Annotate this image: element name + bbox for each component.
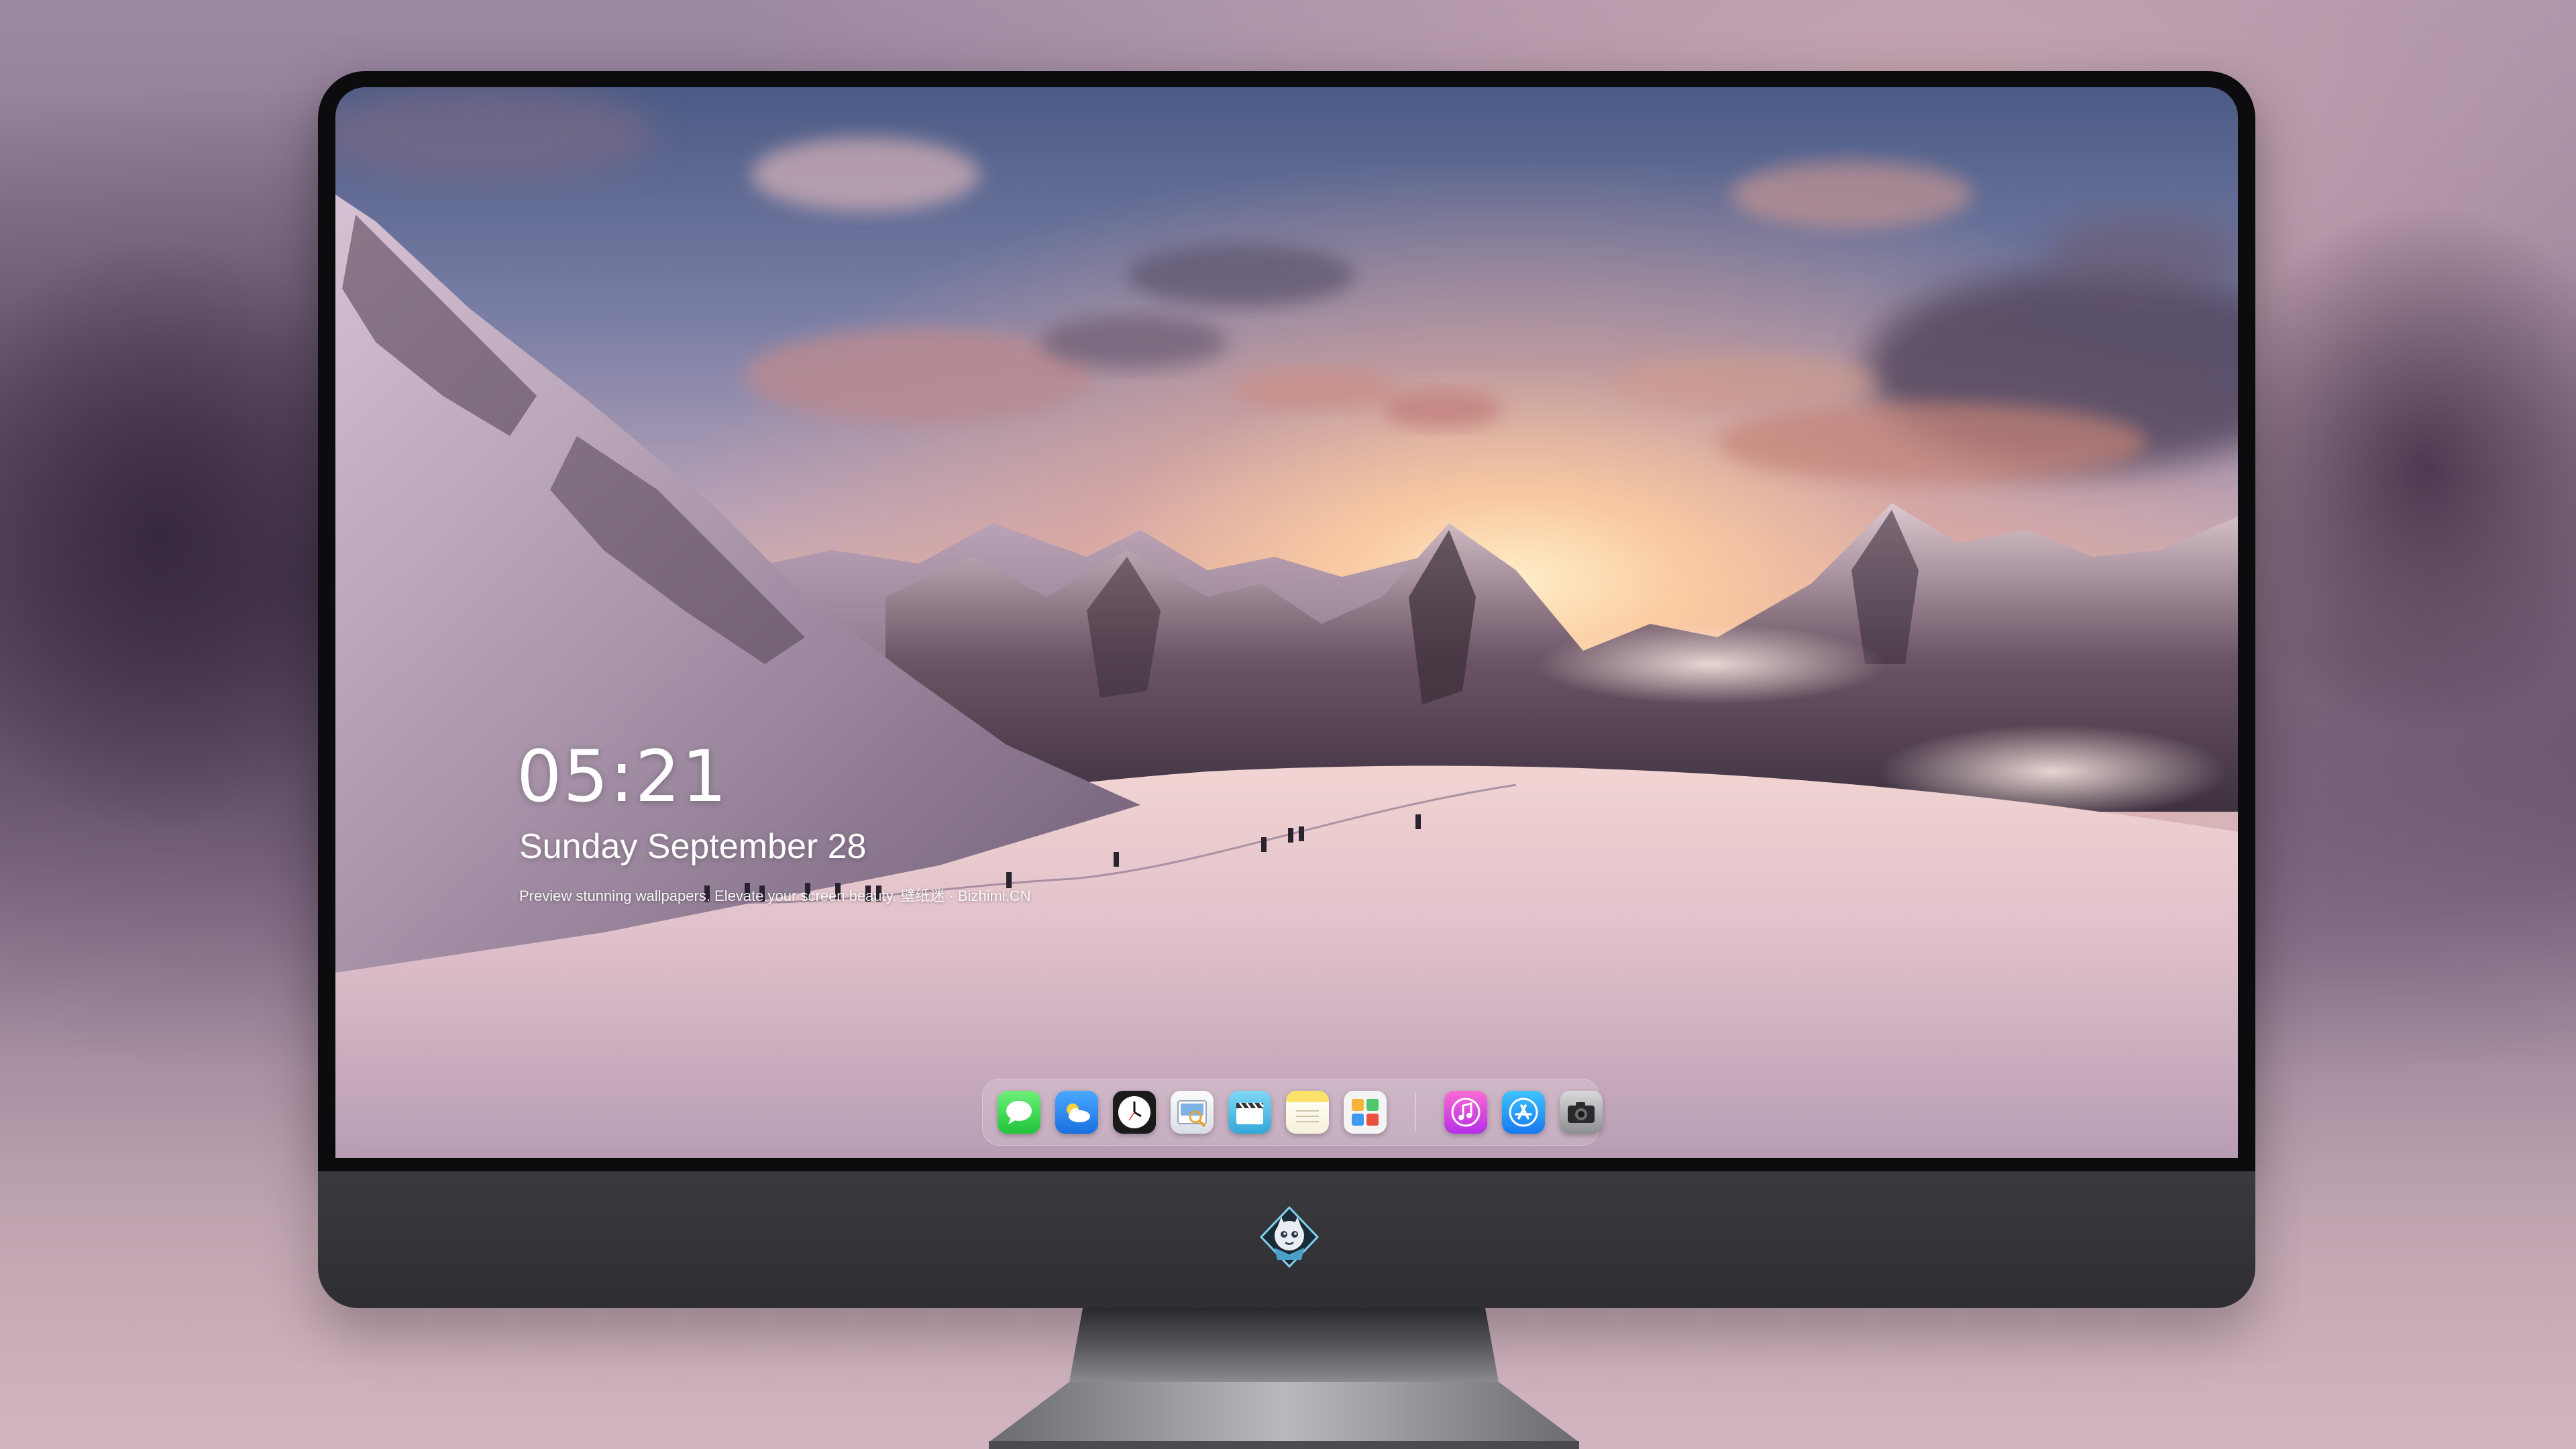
clapperboard-icon[interactable] — [1228, 1091, 1271, 1134]
mountain-landscape — [335, 195, 2238, 1158]
clock-icon[interactable] — [1113, 1091, 1156, 1134]
app-store-icon[interactable] — [1502, 1091, 1545, 1134]
music-icon[interactable] — [1444, 1091, 1487, 1134]
dock — [982, 1079, 1603, 1146]
wallpaper-tagline: Preview stunning wallpapers. Elevate you… — [519, 888, 1031, 904]
preview-icon[interactable] — [1171, 1091, 1214, 1134]
monitor-stand — [989, 1308, 1579, 1449]
screen-wallpaper: 05:21 Sunday September 28 Preview stunni… — [335, 87, 2238, 1158]
messages-icon[interactable] — [998, 1091, 1040, 1134]
photos-icon[interactable] — [1344, 1091, 1387, 1134]
notes-icon[interactable] — [1286, 1091, 1329, 1134]
weather-icon[interactable] — [1055, 1091, 1098, 1134]
lockscreen-date: Sunday September 28 — [519, 827, 867, 866]
monitor: 05:21 Sunday September 28 Preview stunni… — [318, 71, 2255, 1308]
camera-icon[interactable] — [1560, 1091, 1603, 1134]
dragon-mascot-logo — [1259, 1205, 1320, 1269]
desktop-mockup: 05:21 Sunday September 28 Preview stunni… — [0, 0, 2576, 1449]
lockscreen-time: 05:21 — [517, 735, 729, 818]
monitor-bezel: 05:21 Sunday September 28 Preview stunni… — [318, 71, 2255, 1171]
blurred-background-right — [2200, 201, 2576, 738]
monitor-chin — [318, 1171, 2255, 1308]
dock-separator — [1415, 1093, 1416, 1132]
